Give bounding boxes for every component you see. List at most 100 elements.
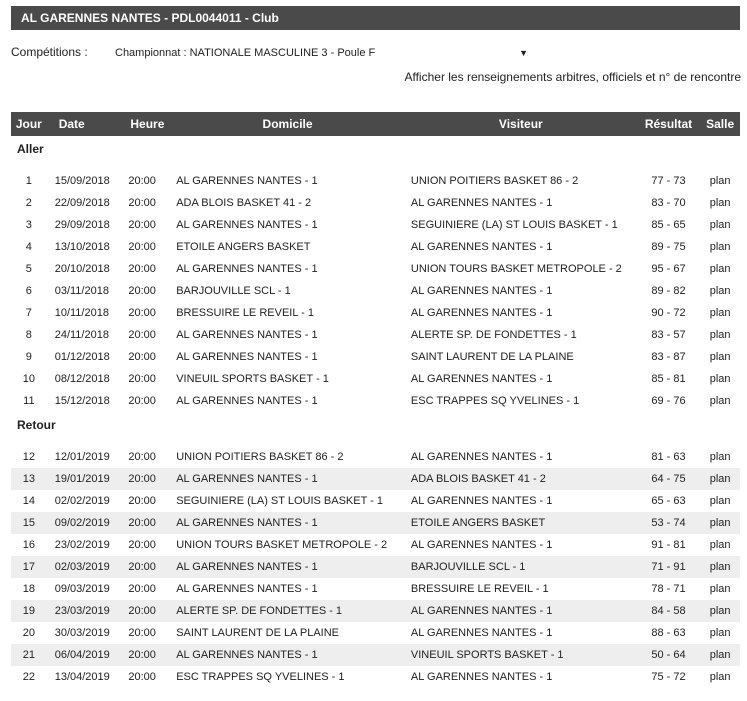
- cell-salle-plan-link[interactable]: plan: [700, 446, 740, 468]
- cell-salle-plan-link[interactable]: plan: [700, 302, 740, 324]
- cell-visiteur: ETOILE ANGERS BASKET: [410, 517, 546, 529]
- column-header-visiteur: Visiteur: [498, 117, 543, 131]
- section-label: Aller: [17, 142, 44, 156]
- cell-jour: 2: [25, 197, 32, 209]
- cell-heure: 20:00: [128, 373, 156, 385]
- cell-jour: 20: [22, 627, 35, 639]
- table-row: 10 08/12/2018 20:00 VINEUIL SPORTS BASKET -…: [11, 368, 740, 390]
- cell-date: 30/03/2019: [54, 627, 110, 639]
- cell-heure: 20:00: [128, 351, 156, 363]
- cell-visiteur: AL GARENNES NANTES - 1: [410, 307, 553, 319]
- cell-salle-plan-link[interactable]: plan: [700, 192, 740, 214]
- cell-domicile: AL GARENNES NANTES - 1: [176, 473, 318, 485]
- page-title: AL GARENNES NANTES - PDL0044011 - Club: [11, 6, 740, 30]
- cell-visiteur: AL GARENNES NANTES - 1: [410, 495, 553, 507]
- cell-salle-plan-link[interactable]: plan: [700, 324, 740, 346]
- cell-heure: 20:00: [128, 649, 156, 661]
- cell-resultat: 77 - 73: [651, 175, 686, 187]
- cell-salle-plan-link[interactable]: plan: [700, 390, 740, 412]
- cell-salle-plan-link[interactable]: plan: [700, 578, 740, 600]
- cell-resultat: 84 - 58: [651, 605, 686, 617]
- cell-salle-plan-link[interactable]: plan: [700, 468, 740, 490]
- table-row: 7 10/11/2018 20:00 BRESSUIRE LE REVEIL - 1 A…: [11, 302, 740, 324]
- cell-date: 23/02/2019: [54, 539, 110, 551]
- cell-jour: 12: [22, 451, 35, 463]
- column-header-resultat: Résultat: [644, 117, 693, 131]
- table-row: 6 03/11/2018 20:00 BARJOUVILLE SCL - 1 AL GA…: [11, 280, 740, 302]
- cell-domicile: AL GARENNES NANTES - 1: [176, 351, 318, 363]
- cell-heure: 20:00: [128, 517, 156, 529]
- competition-label: Compétitions :: [11, 45, 88, 59]
- section-label: Retour: [17, 418, 56, 432]
- competition-select[interactable]: Championnat : NATIONALE MASCULINE 3 - Po…: [110, 43, 530, 63]
- cell-resultat: 81 - 63: [651, 451, 686, 463]
- cell-visiteur: UNION TOURS BASKET METROPOLE - 2: [410, 263, 622, 275]
- cell-jour: 13: [22, 473, 35, 485]
- cell-visiteur: AL GARENNES NANTES - 1: [410, 197, 553, 209]
- cell-heure: 20:00: [128, 605, 156, 617]
- cell-salle-plan-link[interactable]: plan: [700, 170, 740, 192]
- cell-domicile: UNION TOURS BASKET METROPOLE - 2: [176, 539, 388, 551]
- cell-salle-plan-link[interactable]: plan: [700, 236, 740, 258]
- cell-salle-plan-link[interactable]: plan: [700, 490, 740, 512]
- cell-salle-plan-link[interactable]: plan: [700, 280, 740, 302]
- cell-domicile: BRESSUIRE LE REVEIL - 1: [176, 307, 314, 319]
- cell-salle-plan-link[interactable]: plan: [700, 512, 740, 534]
- cell-heure: 20:00: [128, 395, 156, 407]
- cell-domicile: ESC TRAPPES SQ YVELINES - 1: [176, 671, 345, 683]
- show-officials-link[interactable]: Afficher les renseignements arbitres, of…: [404, 70, 741, 84]
- dropdown-arrow-icon: ▼: [519, 48, 528, 58]
- cell-visiteur: AL GARENNES NANTES - 1: [410, 671, 553, 683]
- schedule-table: Jour Date Heure Domicile Visiteur Résult…: [11, 112, 740, 688]
- cell-resultat: 89 - 75: [651, 241, 686, 253]
- cell-salle-plan-link[interactable]: plan: [700, 258, 740, 280]
- cell-salle-plan-link[interactable]: plan: [700, 666, 740, 688]
- cell-salle-plan-link[interactable]: plan: [700, 214, 740, 236]
- cell-heure: 20:00: [128, 329, 156, 341]
- cell-visiteur: AL GARENNES NANTES - 1: [410, 539, 553, 551]
- cell-heure: 20:00: [128, 495, 156, 507]
- column-header-jour: Jour: [15, 117, 42, 131]
- cell-heure: 20:00: [128, 451, 156, 463]
- section-spacer: [11, 162, 740, 170]
- column-header-salle: Salle: [706, 117, 735, 131]
- table-row: 2 22/09/2018 20:00 ADA BLOIS BASKET 41 - 2 A…: [11, 192, 740, 214]
- table-row: 17 02/03/2019 20:00 AL GARENNES NANTES - 1 B…: [11, 556, 740, 578]
- cell-domicile: UNION POITIERS BASKET 86 - 2: [176, 451, 344, 463]
- cell-salle-plan-link[interactable]: plan: [700, 346, 740, 368]
- cell-jour: 4: [25, 241, 32, 253]
- table-row: 5 20/10/2018 20:00 AL GARENNES NANTES - 1 UN…: [11, 258, 740, 280]
- cell-salle-plan-link[interactable]: plan: [700, 556, 740, 578]
- table-row: 22 13/04/2019 20:00 ESC TRAPPES SQ YVELINES…: [11, 666, 740, 688]
- cell-salle-plan-link[interactable]: plan: [700, 622, 740, 644]
- column-header-domicile: Domicile: [262, 117, 313, 131]
- section-spacer: [11, 438, 740, 446]
- column-header-heure: Heure: [130, 117, 165, 131]
- cell-resultat: 88 - 63: [651, 627, 686, 639]
- cell-resultat: 83 - 87: [651, 351, 686, 363]
- table-row: 21 06/04/2019 20:00 AL GARENNES NANTES - 1 V…: [11, 644, 740, 666]
- cell-jour: 1: [25, 175, 32, 187]
- cell-domicile: AL GARENNES NANTES - 1: [176, 395, 318, 407]
- table-row: 20 30/03/2019 20:00 SAINT LAURENT DE LA PLA…: [11, 622, 740, 644]
- cell-heure: 20:00: [128, 539, 156, 551]
- cell-resultat: 64 - 75: [651, 473, 686, 485]
- cell-domicile: AL GARENNES NANTES - 1: [176, 175, 318, 187]
- cell-resultat: 85 - 81: [651, 373, 686, 385]
- cell-jour: 6: [25, 285, 32, 297]
- cell-date: 03/11/2018: [54, 285, 109, 297]
- cell-jour: 9: [25, 351, 32, 363]
- cell-salle-plan-link[interactable]: plan: [700, 600, 740, 622]
- cell-date: 10/11/2018: [54, 307, 109, 319]
- cell-date: 15/09/2018: [54, 175, 110, 187]
- cell-salle-plan-link[interactable]: plan: [700, 534, 740, 556]
- cell-resultat: 69 - 76: [651, 395, 686, 407]
- cell-visiteur: ALERTE SP. DE FONDETTES - 1: [410, 329, 577, 341]
- cell-visiteur: AL GARENNES NANTES - 1: [410, 451, 553, 463]
- section-header: Retour: [11, 412, 740, 438]
- cell-heure: 20:00: [128, 197, 156, 209]
- cell-date: 20/10/2018: [54, 263, 110, 275]
- cell-salle-plan-link[interactable]: plan: [700, 368, 740, 390]
- cell-domicile: SEGUINIERE (LA) ST LOUIS BASKET - 1: [176, 495, 384, 507]
- cell-salle-plan-link[interactable]: plan: [700, 644, 740, 666]
